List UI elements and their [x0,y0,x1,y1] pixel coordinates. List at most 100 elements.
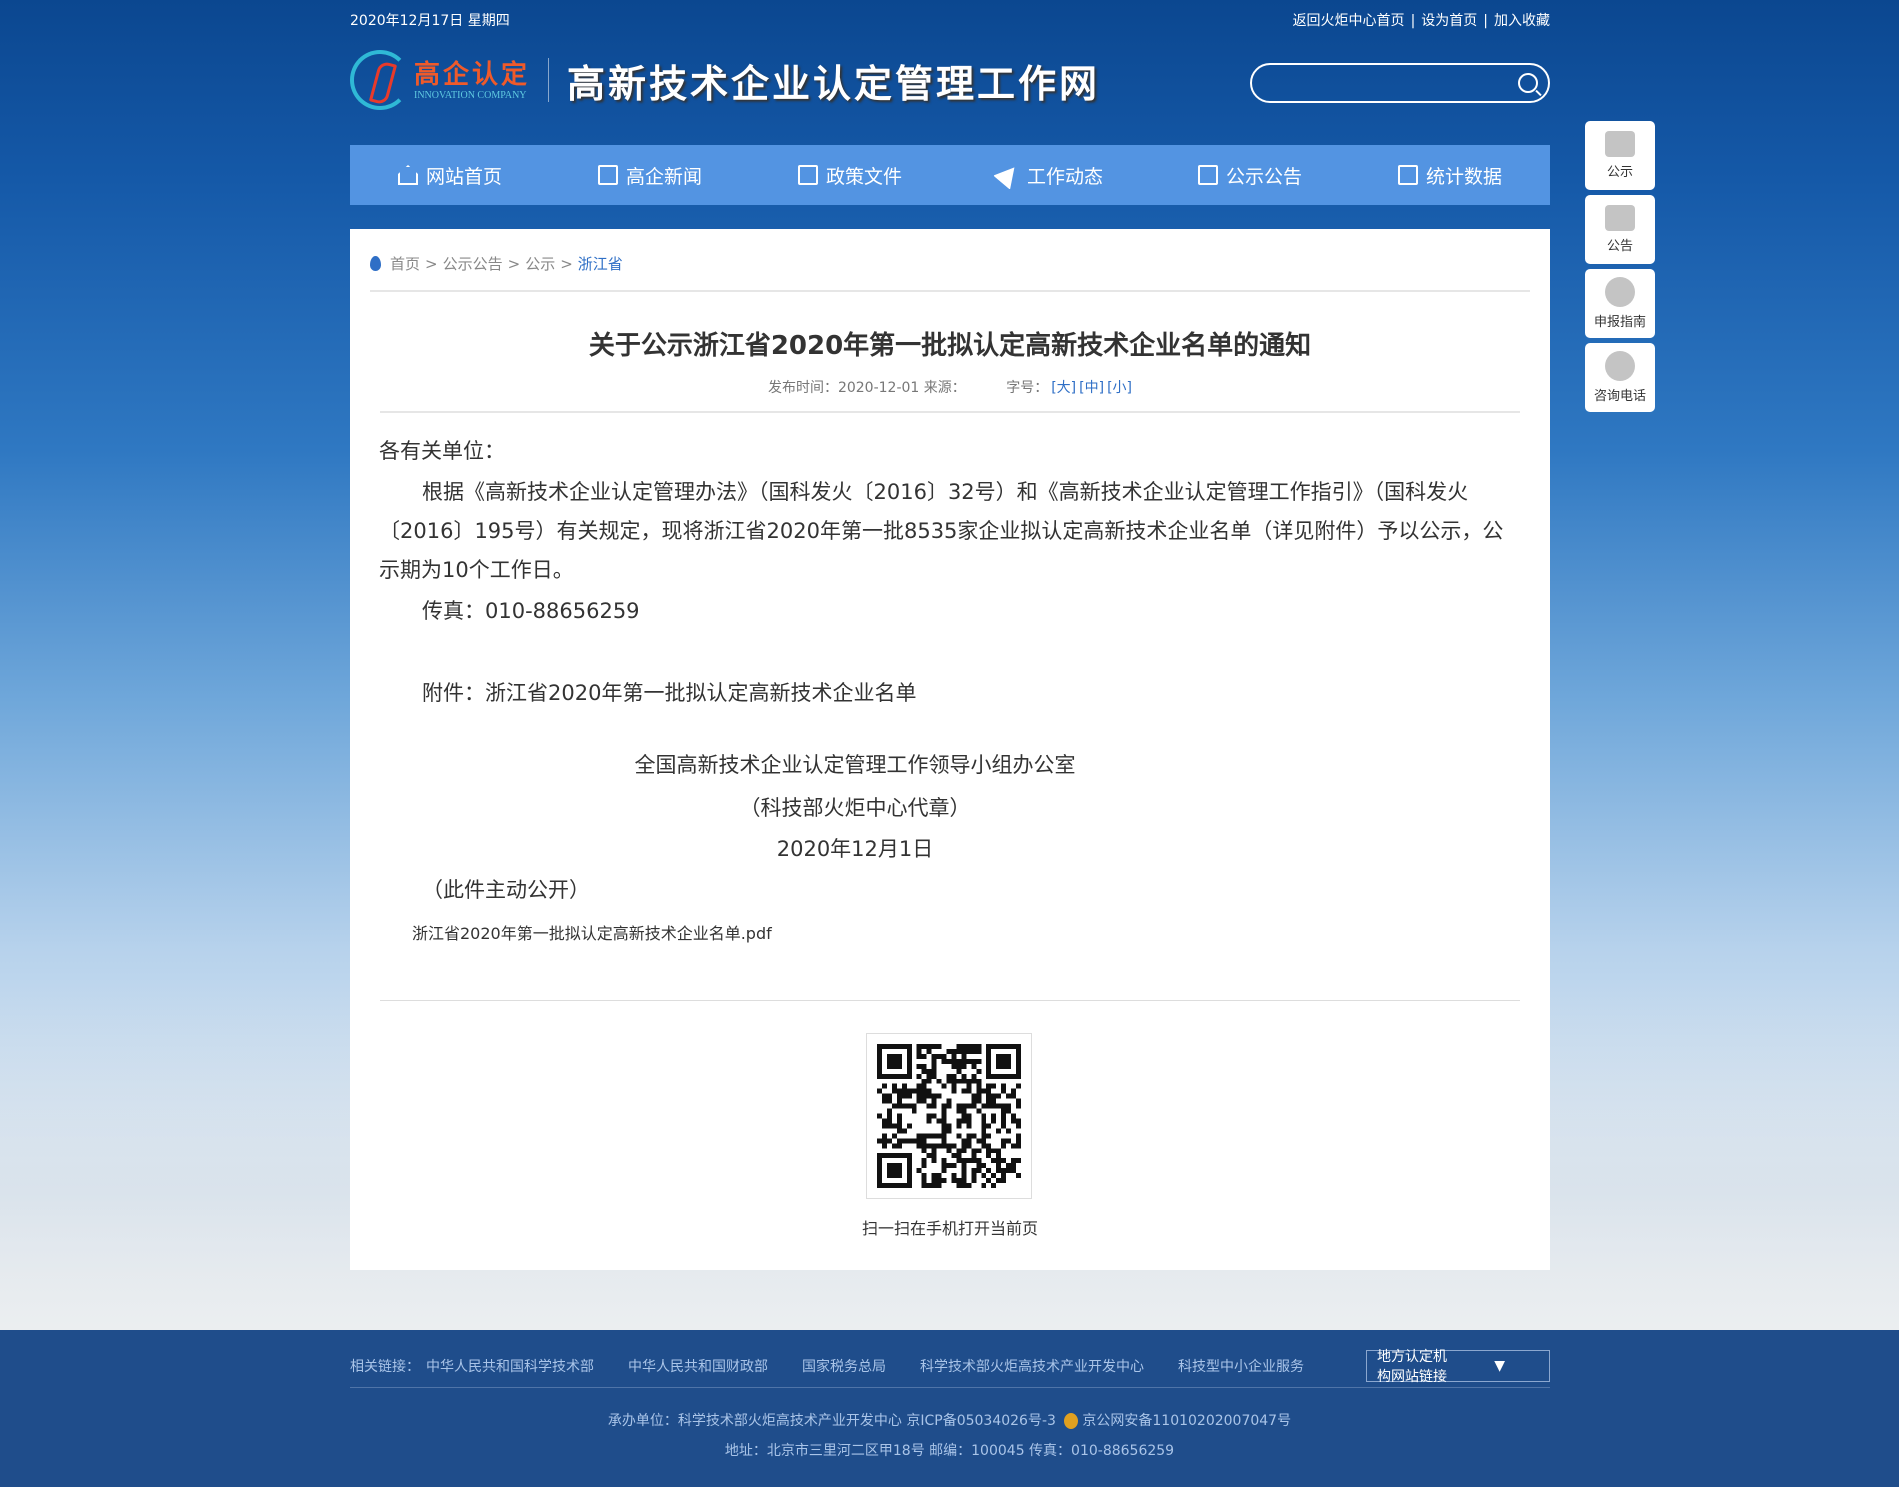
publish-info: 发布时间：2020-12-01 来源： [767,380,966,396]
footer-link[interactable]: 中华人民共和国科学技术部 [426,1356,594,1376]
font-size-label: 字号： [1006,380,1049,396]
logo-cn: 高企认定 [414,59,531,90]
article-body: 各有关单位： 根据《高新技术企业认定管理办法》（国科发火〔2016〕32号）和《… [379,432,1521,955]
fax: 传真：010-88656259 [422,599,640,623]
attachment-line: 附件：浙江省2020年第一批拟认定高新技术企业名单 [422,681,917,705]
police-record-link[interactable]: 京公网安备11010202007047号 [1082,1413,1291,1429]
related-links-label: 相关链接： [350,1359,420,1375]
home-icon [397,165,418,185]
signature-date: 2020年12月1日 [776,837,934,861]
qr-code [866,1033,1032,1199]
nav-statistics[interactable]: 统计数据 [1350,145,1550,205]
clipboard-icon [1197,165,1218,185]
breadcrumb-public-notice[interactable]: 公示 [525,253,555,274]
font-large-button[interactable]: [大] [1051,380,1076,396]
compass-icon [1605,277,1635,307]
divider [370,290,1530,292]
paragraph: 根据《高新技术企业认定管理办法》（国科发火〔2016〕32号）和《高新技术企业认… [379,480,1504,582]
document-icon [797,165,818,185]
nav-label: 政策文件 [825,165,902,188]
divider [548,58,550,102]
qr-caption: 扫一扫在手机打开当前页 [861,1219,1038,1238]
logo-en: INNOVATION COMPANY [414,89,527,101]
logo-text: 高企认定 INNOVATION COMPANY [414,60,530,101]
breadcrumb-home[interactable]: 首页 [390,253,420,274]
main-nav: 网站首页 高企新闻 政策文件 工作动态 公示公告 统计数据 [350,145,1550,205]
article-panel: 首页 > 公示公告 > 公示 > 浙江省 关于公示浙江省2020年第一批拟认定高新技术… [350,229,1550,1270]
footer-address: 地址：北京市三里河二区甲18号 邮编：100045 传真：010-8865625… [724,1443,1175,1459]
breadcrumb-current[interactable]: 浙江省 [578,253,623,274]
article-meta: 发布时间：2020-12-01 来源： 字号： [大] [中] [小] [350,377,1550,397]
nav-label: 公示公告 [1225,165,1302,188]
nav-policy[interactable]: 政策文件 [750,145,950,205]
divider [380,1000,1520,1001]
set-homepage-link[interactable]: 设为首页 [1421,13,1477,29]
site-logo[interactable]: 高企认定 INNOVATION COMPANY 高新技术企业认定管理工作网 [350,48,1100,112]
top-bar: 2020年12月17日 星期四 返回火炬中心首页 | 设为首页 | 加入收藏 [350,8,1550,32]
search-box [1250,63,1550,103]
footer-link[interactable]: 中华人民共和国财政部 [628,1356,768,1376]
nav-news[interactable]: 高企新闻 [550,145,750,205]
nav-work-news[interactable]: 工作动态 [950,145,1150,205]
police-badge-icon [1064,1413,1079,1429]
signature-seal: （科技部火炬中心代章） [739,796,971,820]
nav-label: 工作动态 [1026,165,1103,188]
logo-mark-icon [350,50,410,110]
side-public-notice[interactable]: 公示 [1585,121,1655,190]
nav-announcements[interactable]: 公示公告 [1150,145,1350,205]
separator: | [1410,13,1416,29]
news-icon [597,165,618,185]
side-label: 公示 [1606,165,1633,180]
divider [380,411,1520,413]
icp-info: 承办单位：科学技术部火炬高技术产业开发中心 京ICP备05034026号-3 [607,1413,1056,1429]
breadcrumb-announcements[interactable]: 公示公告 [443,253,503,274]
attachment-download-link[interactable]: 浙江省2020年第一批拟认定高新技术企业名单.pdf [412,914,1521,953]
footer: 相关链接： 中华人民共和国科学技术部 中华人民共和国财政部 国家税务总局 科学技… [0,1330,1899,1487]
breadcrumb-sep: > [560,254,573,273]
font-medium-button[interactable]: [中] [1079,380,1104,396]
return-torch-home-link[interactable]: 返回火炬中心首页 [1293,13,1405,29]
qr-code-image [877,1044,1021,1188]
nav-label: 高企新闻 [625,165,702,188]
search-input[interactable] [1252,65,1518,101]
phone-icon [1605,351,1635,381]
top-links: 返回火炬中心首页 | 设为首页 | 加入收藏 [1293,10,1550,30]
nav-label: 网站首页 [425,165,502,188]
location-pin-icon [370,256,381,271]
related-links: 相关链接： 中华人民共和国科学技术部 中华人民共和国财政部 国家税务总局 科学技… [350,1349,1550,1385]
footer-link[interactable]: 科学技术部火炬高技术产业开发中心 [920,1356,1144,1376]
signature-org: 全国高新技术企业认定管理工作领导小组办公室 [634,753,1076,777]
breadcrumb-sep: > [425,254,438,273]
breadcrumb-sep: > [507,254,521,273]
disclosure-note: （此件主动公开） [422,878,590,902]
nav-label: 统计数据 [1425,165,1502,188]
side-label: 咨询电话 [1593,389,1646,404]
local-agency-links-select[interactable]: 地方认定机构网站链接 ▼ [1366,1349,1550,1385]
footer-link[interactable]: 国家税务总局 [802,1356,886,1376]
font-small-button[interactable]: [小] [1107,380,1132,396]
add-favorite-link[interactable]: 加入收藏 [1494,13,1550,29]
side-guide[interactable]: 申报指南 [1585,269,1655,338]
side-label: 公告 [1606,239,1633,254]
dropdown-arrow-icon: ▼ [1494,1358,1505,1374]
footer-registration: 承办单位：科学技术部火炬高技术产业开发中心 京ICP备05034026号-3 京… [0,1410,1899,1430]
nav-home[interactable]: 网站首页 [350,145,550,205]
separator: | [1483,13,1488,29]
article-title: 关于公示浙江省2020年第一批拟认定高新技术企业名单的通知 [588,331,1312,361]
side-announcement[interactable]: 公告 [1585,195,1655,264]
search-icon[interactable] [1518,73,1538,93]
divider [350,1387,1550,1388]
breadcrumb: 首页 > 公示公告 > 公示 > 浙江省 [370,253,623,274]
notepad-icon [1605,205,1635,231]
side-phone[interactable]: 咨询电话 [1585,343,1655,412]
floating-sidebar: 公示 公告 申报指南 咨询电话 [1585,121,1655,417]
greeting: 各有关单位： [379,439,505,463]
select-value: 地方认定机构网站链接 [1377,1349,1447,1385]
site-title: 高新技术企业认定管理工作网 [567,60,1101,106]
paper-plane-icon [993,160,1023,190]
chart-icon [1397,165,1418,185]
current-date: 2020年12月17日 星期四 [350,13,510,29]
signboard-icon [1605,131,1635,157]
footer-link[interactable]: 科技型中小企业服务 [1178,1356,1304,1376]
side-label: 申报指南 [1593,315,1646,330]
